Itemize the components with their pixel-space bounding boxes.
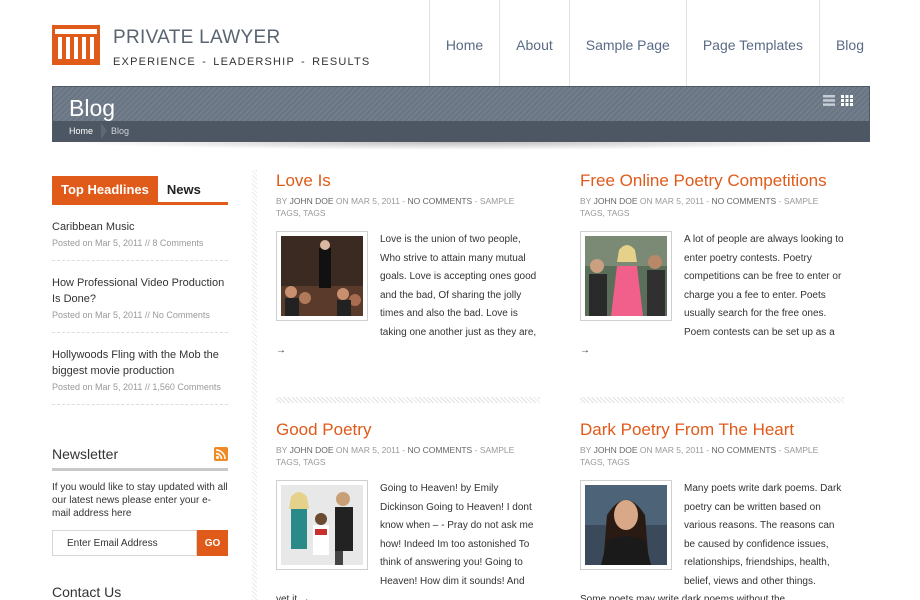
rss-icon[interactable] bbox=[214, 447, 228, 461]
meta-date: ON MAR 5, 2011 - bbox=[335, 196, 406, 206]
comments-link[interactable]: NO COMMENTS bbox=[408, 196, 473, 206]
subscribe-form: GO bbox=[52, 530, 228, 556]
comments-link[interactable]: NO COMMENTS bbox=[408, 445, 473, 455]
newsletter-heading-label: Newsletter bbox=[52, 446, 119, 462]
nav-label: Page Templates bbox=[702, 37, 803, 53]
list-item: How Professional Video Production Is Don… bbox=[52, 261, 228, 333]
nav-label: About bbox=[516, 37, 553, 53]
excerpt-text: A lot of people are always looking to en… bbox=[684, 234, 844, 338]
nav-item-blog[interactable]: Blog bbox=[818, 0, 880, 90]
nav-item-sample-page[interactable]: Sample Page bbox=[568, 0, 686, 90]
headline-tabs: Top Headlines News bbox=[52, 176, 228, 205]
comments-link[interactable]: NO COMMENTS bbox=[712, 196, 777, 206]
sidebar: Top Headlines News Caribbean Music Poste… bbox=[52, 176, 228, 405]
contact-heading: Contact Us bbox=[52, 584, 122, 600]
blog-post: Love Is BY JOHN DOE ON MAR 5, 2011 - NO … bbox=[276, 171, 540, 361]
post-separator bbox=[276, 397, 540, 403]
nav-label: Sample Page bbox=[585, 37, 670, 53]
tab-top-headlines[interactable]: Top Headlines bbox=[52, 176, 158, 202]
post-excerpt: Love is the union of two people, Who str… bbox=[276, 231, 540, 361]
meta-date: ON MAR 5, 2011 - bbox=[335, 445, 406, 455]
post-thumbnail[interactable] bbox=[580, 231, 672, 321]
post-image bbox=[585, 236, 667, 316]
subscribe-button[interactable]: GO bbox=[197, 530, 228, 556]
meta-date: ON MAR 5, 2011 - bbox=[639, 196, 710, 206]
author-link[interactable]: JOHN DOE bbox=[290, 445, 334, 455]
newsletter-heading: Newsletter bbox=[52, 446, 228, 471]
column-divider bbox=[252, 170, 257, 600]
nav-item-home[interactable]: Home bbox=[428, 0, 499, 90]
banner-shadow bbox=[60, 142, 860, 150]
post-excerpt: Many poets write dark poems. Dark poetry… bbox=[580, 480, 844, 600]
post-thumbnail[interactable] bbox=[580, 480, 672, 570]
headline-link[interactable]: Caribbean Music bbox=[52, 219, 228, 235]
site-title: PRIVATE LAWYER bbox=[113, 27, 281, 48]
meta-date: ON MAR 5, 2011 - bbox=[639, 445, 710, 455]
newsletter-widget: Newsletter If you would like to stay upd… bbox=[52, 446, 228, 556]
meta-by: BY bbox=[580, 445, 592, 455]
meta-separator: - bbox=[474, 445, 478, 455]
post-image bbox=[585, 485, 667, 565]
author-link[interactable]: JOHN DOE bbox=[290, 196, 334, 206]
blog-post: Free Online Poetry Competitions BY JOHN … bbox=[580, 171, 844, 361]
meta-by: BY bbox=[276, 196, 288, 206]
blog-post: Dark Poetry From The Heart BY JOHN DOE O… bbox=[580, 420, 844, 600]
post-thumbnail[interactable] bbox=[276, 480, 368, 570]
author-link[interactable]: JOHN DOE bbox=[594, 196, 638, 206]
breadcrumb-home[interactable]: Home bbox=[53, 123, 109, 139]
nav-label: Home bbox=[445, 37, 484, 53]
logo-icon[interactable] bbox=[52, 25, 100, 65]
meta-separator: - bbox=[778, 196, 782, 206]
post-image bbox=[281, 485, 363, 565]
email-field[interactable] bbox=[52, 530, 197, 556]
read-more-arrow-icon[interactable]: → bbox=[276, 345, 286, 356]
nav-item-about[interactable]: About bbox=[499, 0, 569, 90]
headline-meta: Posted on Mar 5, 2011 // 8 Comments bbox=[52, 238, 204, 248]
headline-link[interactable]: How Professional Video Production Is Don… bbox=[52, 275, 228, 307]
read-more-arrow-icon[interactable]: → bbox=[580, 345, 590, 356]
post-meta: BY JOHN DOE ON MAR 5, 2011 - NO COMMENTS… bbox=[580, 195, 844, 219]
post-image bbox=[281, 236, 363, 316]
view-toggle bbox=[823, 95, 853, 106]
tab-news[interactable]: News bbox=[158, 176, 210, 202]
nav-label: Blog bbox=[835, 37, 864, 53]
breadcrumb-current: Blog bbox=[111, 126, 130, 136]
post-title-link[interactable]: Love Is bbox=[276, 171, 540, 191]
post-separator bbox=[580, 397, 844, 403]
page-banner: Blog Home Blog bbox=[52, 86, 870, 142]
headline-meta: Posted on Mar 5, 2011 // 1,560 Comments bbox=[52, 382, 221, 392]
nav-item-page-templates[interactable]: Page Templates bbox=[685, 0, 819, 90]
headline-meta: Posted on Mar 5, 2011 // No Comments bbox=[52, 310, 210, 320]
post-excerpt: Going to Heaven! by Emily Dickinson Goin… bbox=[276, 480, 540, 600]
grid-view-icon[interactable] bbox=[841, 95, 853, 106]
author-link[interactable]: JOHN DOE bbox=[594, 445, 638, 455]
excerpt-text: Love is the union of two people, Who str… bbox=[380, 234, 537, 338]
page-title: Blog bbox=[69, 95, 116, 121]
post-meta: BY JOHN DOE ON MAR 5, 2011 - NO COMMENTS… bbox=[580, 444, 844, 468]
post-excerpt: A lot of people are always looking to en… bbox=[580, 231, 844, 361]
post-meta: BY JOHN DOE ON MAR 5, 2011 - NO COMMENTS… bbox=[276, 444, 540, 468]
meta-separator: - bbox=[474, 196, 478, 206]
list-item: Caribbean Music Posted on Mar 5, 2011 //… bbox=[52, 205, 228, 261]
post-thumbnail[interactable] bbox=[276, 231, 368, 321]
post-title-link[interactable]: Free Online Poetry Competitions bbox=[580, 171, 844, 191]
newsletter-description: If you would like to stay updated with a… bbox=[52, 482, 228, 519]
headline-link[interactable]: Hollywoods Fling with the Mob the bigges… bbox=[52, 347, 228, 379]
post-title-link[interactable]: Dark Poetry From The Heart bbox=[580, 420, 844, 440]
blog-post: Good Poetry BY JOHN DOE ON MAR 5, 2011 -… bbox=[276, 420, 540, 600]
post-meta: BY JOHN DOE ON MAR 5, 2011 - NO COMMENTS… bbox=[276, 195, 540, 219]
meta-separator: - bbox=[778, 445, 782, 455]
list-item: Hollywoods Fling with the Mob the bigges… bbox=[52, 333, 228, 405]
post-title-link[interactable]: Good Poetry bbox=[276, 420, 540, 440]
list-view-icon[interactable] bbox=[823, 95, 835, 106]
site-tagline: EXPERIENCE - LEADERSHIP - RESULTS bbox=[113, 56, 371, 68]
meta-by: BY bbox=[276, 445, 288, 455]
site-branding[interactable]: PRIVATE LAWYER EXPERIENCE - LEADERSHIP -… bbox=[113, 27, 370, 68]
main-nav: Home About Sample Page Page Templates Bl… bbox=[428, 0, 880, 90]
meta-by: BY bbox=[580, 196, 592, 206]
breadcrumb: Home Blog bbox=[53, 121, 869, 141]
comments-link[interactable]: NO COMMENTS bbox=[712, 445, 777, 455]
read-more-arrow-icon[interactable]: → bbox=[300, 594, 310, 600]
